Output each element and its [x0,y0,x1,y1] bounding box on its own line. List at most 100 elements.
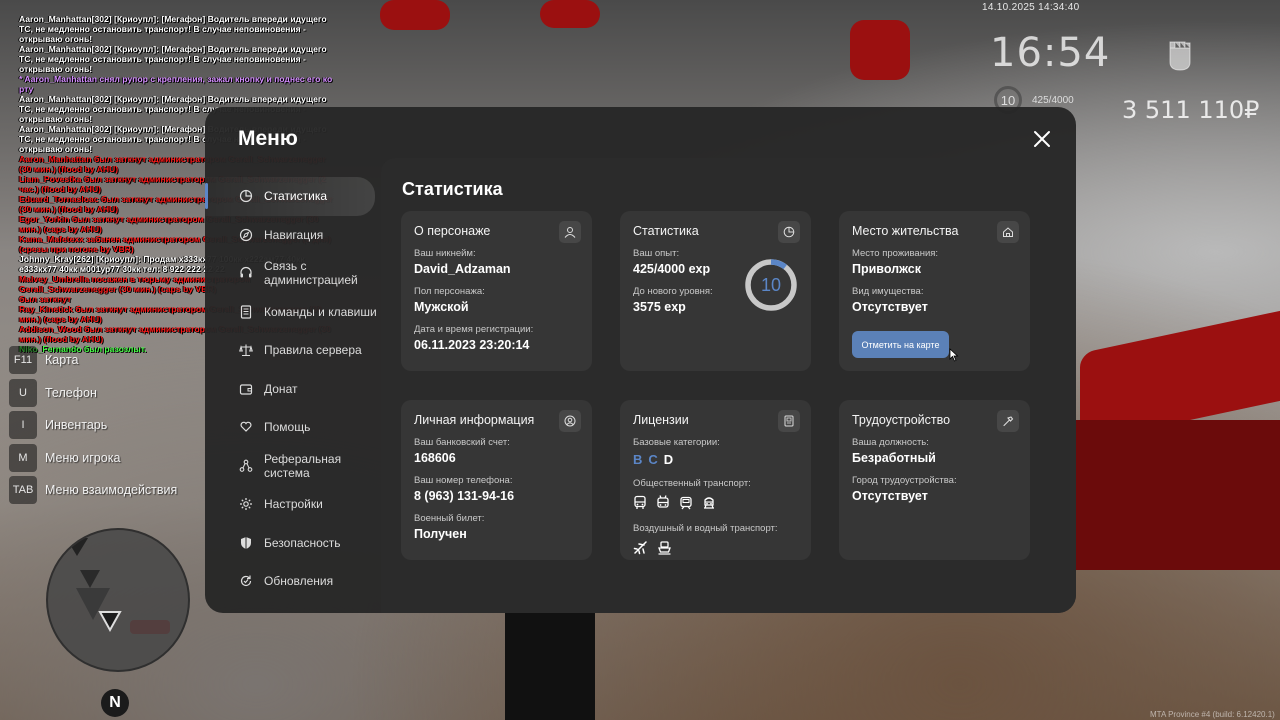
field-value: Отсутствует [852,489,928,503]
license-categories: BCD [633,452,798,467]
nav-item-6[interactable]: Донат [205,370,381,409]
nav-item-9[interactable]: Настройки [205,485,381,524]
field-label: Город трудоустройства: [852,475,957,486]
compass-north-icon: N [101,689,129,717]
hotkey-key: F11 [9,346,37,374]
bus-icon [634,495,646,509]
person-circle-icon [559,410,581,432]
menu-sidebar: Статистика Навигация Связь с администрацие… [205,177,381,601]
shield-icon [241,536,251,549]
card-title: Трудоустройство [852,413,951,427]
card-residence: Место жительства Место проживания: Привол… [839,211,1030,371]
nav-item-1[interactable]: Статистика [205,177,375,216]
hotkey-label: Меню взаимодействия [45,483,178,497]
nav-item-2[interactable]: Навигация [205,216,381,255]
scales-icon [239,344,253,357]
hotkey-item: M Меню игрока [9,443,177,473]
card-title: Лицензии [633,413,689,427]
hammer-icon [997,410,1019,432]
menu-window: Меню Статистика Навигация Связь с админист… [205,107,1076,613]
field-value: Приволжск [852,262,921,276]
close-icon[interactable] [1032,129,1052,149]
nav-item-7[interactable]: Помощь [205,408,381,447]
license-category: D [663,452,680,467]
field-value: Получен [414,527,467,541]
refresh-icon [240,575,252,587]
content-title: Статистика [402,179,503,199]
field-label: Место проживания: [852,248,939,259]
card-employment: Трудоустройство Ваша должность: Безработн… [839,400,1030,560]
nav-item-label: Команды и клавиши [264,304,377,319]
hotkey-label: Инвентарь [45,418,108,432]
field-value: David_Adzaman [414,262,511,276]
trolleybus-icon [657,495,669,508]
nav-item-10[interactable]: Безопасность [205,524,381,563]
nav-item-11[interactable]: Обновления [205,562,381,601]
level-value: 10 [761,275,781,295]
fist-icon [1169,41,1191,71]
nav-item-label: Обновления [264,574,334,589]
hotkey-key: U [9,378,37,407]
pie-chart-icon [778,221,800,243]
license-category: B [633,452,649,467]
field-label: Пол персонажа: [414,286,485,297]
heart-hands-icon [240,421,252,433]
nav-item-label: Безопасность [264,535,341,550]
field-value: 8 (963) 131-94-16 [414,489,515,503]
id-card-icon [778,410,800,432]
gear-icon [240,498,252,511]
mark-on-map-button[interactable]: Отметить на карте [852,331,949,358]
mouse-cursor-icon [949,348,959,362]
field-label: Ваш никнейм: [414,248,476,259]
nav-item-4[interactable]: Команды и клавиши [205,293,381,332]
nav-item-label: Связь с администрацией [264,259,358,288]
field-value: 168606 [414,451,456,465]
chat-line: Aaron_Manhattan[302] [Криоупл]: [Мегафон… [19,44,327,74]
nav-item-label: Помощь [264,420,311,435]
field-label: Ваша должность: [852,437,929,448]
tram-icon [680,496,692,510]
user-icon [559,221,581,243]
hotkey-list: F11 Карта U Телефон I Инвентарь M Меню игрока TA… [9,345,177,508]
field-label: Дата и время регистрации: [414,324,534,335]
plane-icon [633,541,647,555]
version-label: MTA Province #4 (build: 6.12420.1) [1150,710,1275,719]
field-value: Мужской [414,300,469,314]
field-label: Военный билет: [414,513,485,524]
nav-item-label: Навигация [264,227,324,242]
card-title: Место жительства [852,224,959,238]
hotkey-label: Телефон [45,385,97,400]
nav-item-label: Донат [264,381,298,396]
hotkey-label: Карта [45,353,79,367]
nav-item-3[interactable]: Связь с администрацией [205,254,381,293]
field-label: Воздушный и водный транспорт: [633,523,778,534]
hotkey-key: M [9,443,37,472]
card-licenses: Лицензии Базовые категории: BCD Обществе… [620,400,811,560]
field-label: Ваш банковский счет: [414,437,510,448]
air-water-transport-icons [633,540,798,555]
hotkey-item: U Телефон [9,378,177,408]
home-icon [997,221,1019,243]
hud-datetime: 14.10.2025 14:34:40 [982,2,1080,13]
nav-item-8[interactable]: Реферальная система [205,447,381,486]
chat-line: * Aaron_Manhattan снял рупор с крепления… [19,74,333,94]
hud-money: 3 511 110₽ [1122,96,1260,124]
license-category: C [648,452,664,467]
nav-item-label: Статистика [264,189,328,204]
field-value: 06.11.2023 23:20:14 [414,338,530,352]
headset-icon [240,267,252,278]
stats-icon [239,190,253,203]
hotkey-item: TAB Меню взаимодействия [9,475,177,505]
field-label: Ваш номер телефона: [414,475,513,486]
card-personal: Личная информация Ваш банковский счет: 16… [401,400,592,560]
minimap-markers [66,538,122,633]
card-character: О персонаже Ваш никнейм: David_Adzaman Пол… [401,211,592,371]
card-title: О персонаже [414,224,491,238]
hotkey-item: I Инвентарь [9,410,177,440]
hotkey-label: Меню игрока [45,450,121,465]
nav-item-5[interactable]: Правила сервера [205,331,381,370]
hotkey-item: F11 Карта [9,345,177,375]
card-stats: Статистика Ваш опыт: 425/4000 exp До новог… [620,211,811,371]
document-icon [240,305,252,319]
train-icon [704,497,714,509]
